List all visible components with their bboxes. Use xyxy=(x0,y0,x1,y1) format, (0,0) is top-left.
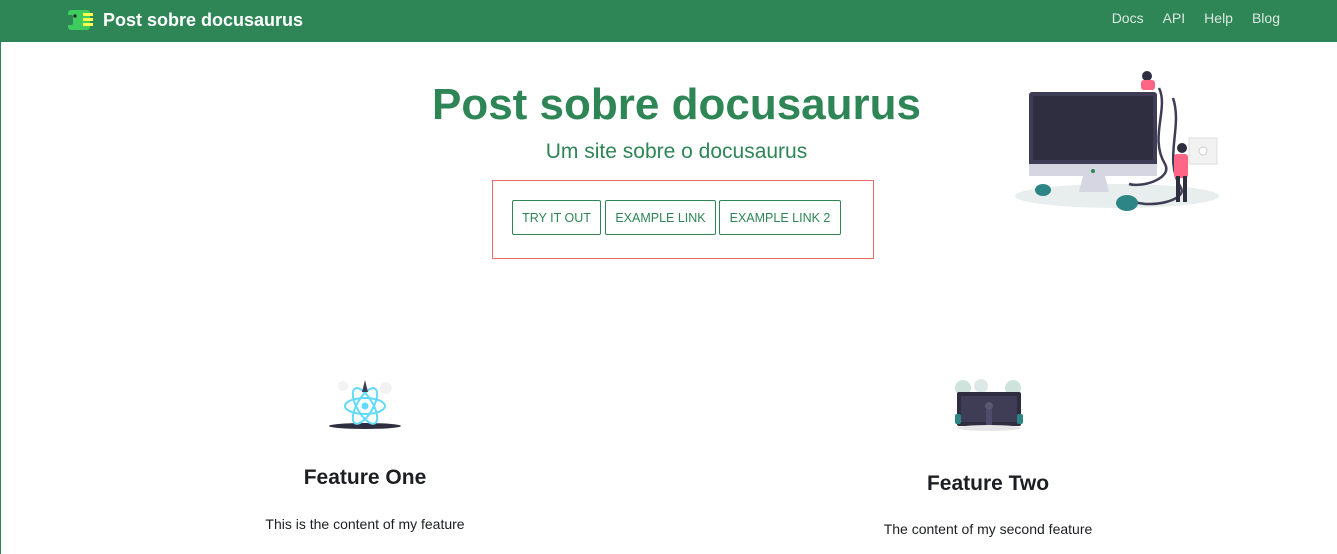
feature-one-text: This is the content of my feature xyxy=(265,516,465,532)
try-it-out-button[interactable]: TRY IT OUT xyxy=(512,200,601,235)
example-link-button[interactable]: EXAMPLE LINK xyxy=(605,200,716,235)
brand-title: Post sobre docusaurus xyxy=(103,9,304,30)
nav-link-help[interactable]: Help xyxy=(1204,10,1233,26)
feature-one-title: Feature One xyxy=(303,466,427,489)
nav-link-blog[interactable]: Blog xyxy=(1252,10,1280,26)
feature-two-title: Feature Two xyxy=(926,472,1050,495)
nav-links: Docs API Help Blog xyxy=(1093,10,1280,26)
navbar: Post sobre docusaurus Docs API Help Blog xyxy=(1,0,1337,42)
docusaurus-logo-icon xyxy=(65,10,93,30)
feature-two-text: The content of my second feature xyxy=(883,521,1093,537)
desk-screen-illustration-icon xyxy=(955,379,1023,431)
navbar-brand[interactable]: Post sobre docusaurus xyxy=(65,6,303,34)
nav-link-docs[interactable]: Docs xyxy=(1112,10,1144,26)
example-link-2-button[interactable]: EXAMPLE LINK 2 xyxy=(719,200,841,235)
monitor-illustration-icon xyxy=(1015,71,1219,211)
react-atom-illustration-icon xyxy=(329,380,401,429)
nav-link-api[interactable]: API xyxy=(1163,10,1186,26)
